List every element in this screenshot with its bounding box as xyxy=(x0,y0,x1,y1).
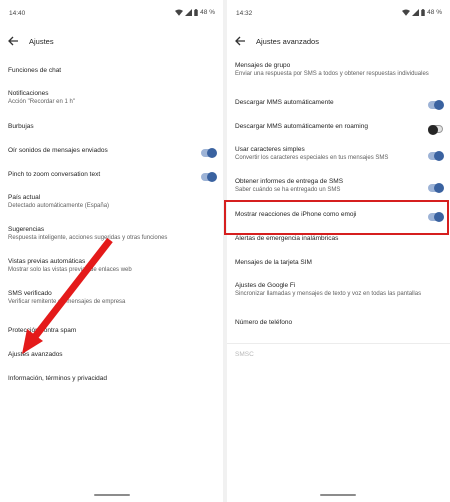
setting-title: Mensajes de la tarjeta SIM xyxy=(235,259,312,266)
setting-toggle[interactable] xyxy=(428,182,444,193)
setting-item[interactable]: Descargar MMS automáticamente en roaming xyxy=(227,118,450,140)
list-divider xyxy=(227,343,450,344)
status-icons: 48 % xyxy=(175,9,215,16)
status-icons: 48 % xyxy=(402,9,442,16)
setting-item[interactable]: Funciones de chat xyxy=(0,62,223,84)
setting-item[interactable]: Usar caracteres simples Convertir los car… xyxy=(227,142,450,170)
setting-item[interactable]: Mensajes de la tarjeta SIM xyxy=(227,254,450,276)
setting-item[interactable]: Burbujas xyxy=(0,118,223,140)
setting-item[interactable]: Obtener informes de entrega de SMS Saber … xyxy=(227,174,450,202)
setting-title: Usar caracteres simples xyxy=(235,146,305,153)
setting-item[interactable]: SMSC xyxy=(227,346,450,368)
app-bar: Ajustes xyxy=(0,32,223,52)
signal-icon xyxy=(412,9,420,16)
setting-toggle[interactable] xyxy=(201,147,217,158)
setting-title: Descargar MMS automáticamente en roaming xyxy=(235,123,368,130)
setting-title: Sugerencias xyxy=(8,226,45,233)
setting-item[interactable]: Ajustes avanzados xyxy=(0,346,223,368)
setting-title: Número de teléfono xyxy=(235,319,293,326)
setting-title: Descargar MMS automáticamente xyxy=(235,99,334,106)
setting-subtitle: Detectado automáticamente (España) xyxy=(8,203,110,209)
setting-item[interactable]: Protección contra spam xyxy=(0,322,223,344)
setting-subtitle: Acción "Recordar en 1 h" xyxy=(8,99,75,105)
setting-item[interactable]: SMS verificado Verificar remitente de men… xyxy=(0,286,223,314)
battery-percent: 48 % xyxy=(427,9,442,16)
setting-title: Pinch to zoom conversation text xyxy=(8,171,101,178)
status-bar: 14:40 48 % xyxy=(0,8,223,20)
setting-title: País actual xyxy=(8,194,41,201)
setting-item[interactable]: Oír sonidos de mensajes enviados xyxy=(0,142,223,164)
page-title: Ajustes xyxy=(29,37,54,46)
setting-toggle[interactable] xyxy=(428,99,444,110)
page-title: Ajustes avanzados xyxy=(256,37,319,46)
setting-title: Ajustes de Google Fi xyxy=(235,282,296,289)
setting-item[interactable]: Vistas previas automáticas Mostrar solo l… xyxy=(0,254,223,282)
battery-icon xyxy=(194,9,198,16)
setting-title: SMSC xyxy=(235,351,254,358)
setting-toggle[interactable] xyxy=(427,124,443,135)
setting-subtitle: Enviar una respuesta por SMS a todos y o… xyxy=(235,71,429,77)
setting-subtitle: Sincronizar llamadas y mensajes de texto… xyxy=(235,291,422,297)
setting-item[interactable]: País actual Detectado automáticamente (Es… xyxy=(0,190,223,218)
setting-item[interactable]: Pinch to zoom conversation text xyxy=(0,166,223,188)
setting-subtitle: Respuesta inteligente, acciones sugerida… xyxy=(8,235,168,241)
setting-item[interactable]: Alertas de emergencia inalámbricas xyxy=(227,230,450,252)
setting-title: Vistas previas automáticas xyxy=(8,258,86,265)
nav-handle[interactable] xyxy=(320,494,356,496)
advanced-settings-screen: 14:32 48 % Ajustes avanzados Mensajes de… xyxy=(227,0,450,502)
setting-item[interactable]: Descargar MMS automáticamente xyxy=(227,94,450,116)
setting-title: Oír sonidos de mensajes enviados xyxy=(8,147,108,154)
setting-title: Mensajes de grupo xyxy=(235,62,291,69)
setting-item[interactable]: Notificaciones Acción "Recordar en 1 h" xyxy=(0,86,223,114)
setting-title: SMS verificado xyxy=(8,290,52,297)
setting-item[interactable]: Mostrar reacciones de iPhone como emoji xyxy=(227,206,450,228)
back-arrow-icon[interactable] xyxy=(234,35,246,47)
setting-subtitle: Convertir los caracteres especiales en t… xyxy=(235,155,389,161)
setting-title: Funciones de chat xyxy=(8,67,62,74)
battery-percent: 48 % xyxy=(200,9,215,16)
status-time: 14:40 xyxy=(9,10,26,17)
setting-title: Alertas de emergencia inalámbricas xyxy=(235,235,339,242)
app-bar: Ajustes avanzados xyxy=(227,32,450,52)
setting-toggle[interactable] xyxy=(428,150,444,161)
wifi-icon xyxy=(402,9,411,16)
setting-title: Protección contra spam xyxy=(8,327,77,334)
setting-title: Notificaciones xyxy=(8,90,49,97)
setting-item[interactable]: Información, términos y privacidad xyxy=(0,370,223,392)
setting-title: Burbujas xyxy=(8,123,34,130)
nav-handle[interactable] xyxy=(94,494,130,496)
setting-subtitle: Mostrar solo las vistas previas de enlac… xyxy=(8,267,132,273)
wifi-icon xyxy=(175,9,184,16)
setting-title: Obtener informes de entrega de SMS xyxy=(235,178,344,185)
setting-title: Mostrar reacciones de iPhone como emoji xyxy=(235,211,357,218)
setting-item[interactable]: Sugerencias Respuesta inteligente, accion… xyxy=(0,222,223,250)
setting-title: Información, términos y privacidad xyxy=(8,375,107,382)
signal-icon xyxy=(185,9,193,16)
setting-item[interactable]: Ajustes de Google Fi Sincronizar llamadas… xyxy=(227,278,450,306)
setting-item[interactable]: Mensajes de grupo Enviar una respuesta po… xyxy=(227,58,450,86)
setting-title: Ajustes avanzados xyxy=(8,351,63,358)
setting-subtitle: Verificar remitente de mensajes de empre… xyxy=(8,299,126,305)
settings-screen: 14:40 48 % Ajustes Funciones de chat Noti… xyxy=(0,0,223,502)
battery-icon xyxy=(421,9,425,16)
setting-toggle[interactable] xyxy=(201,171,217,182)
setting-toggle[interactable] xyxy=(428,211,444,222)
status-time: 14:32 xyxy=(236,10,253,17)
setting-subtitle: Saber cuándo se ha entregado un SMS xyxy=(235,187,341,193)
status-bar: 14:32 48 % xyxy=(227,8,450,20)
back-arrow-icon[interactable] xyxy=(7,35,19,47)
setting-item[interactable]: Número de teléfono xyxy=(227,314,450,336)
